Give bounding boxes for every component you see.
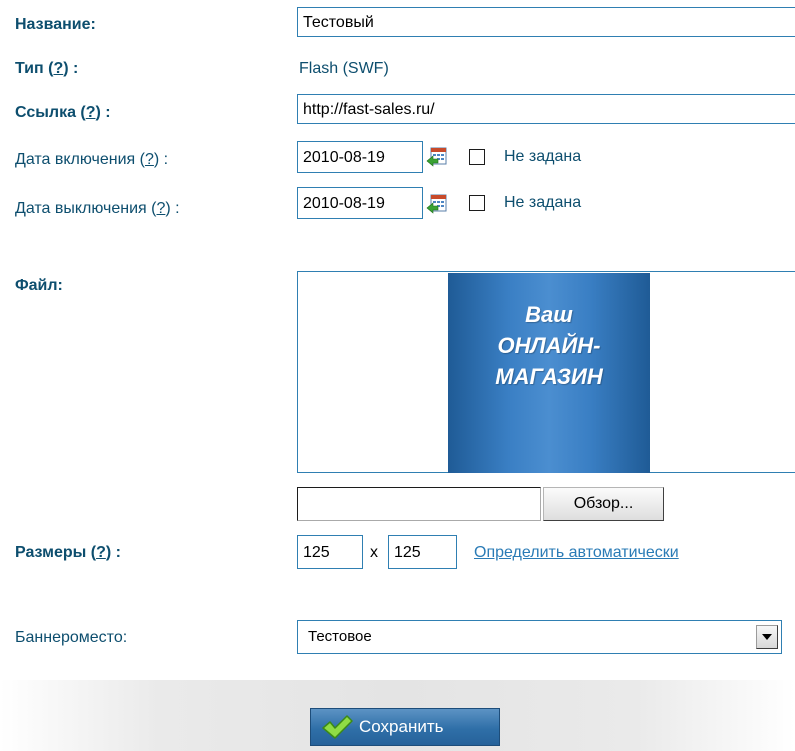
type-label-suffix: ) : bbox=[63, 60, 79, 77]
date-off-input[interactable]: 2010-08-19 bbox=[297, 187, 423, 219]
type-label-text: Тип ( bbox=[15, 60, 54, 77]
name-input[interactable]: Тестовый bbox=[297, 7, 795, 37]
date-on-label-text: Дата включения ( bbox=[15, 151, 145, 168]
calendar-icon[interactable] bbox=[426, 193, 448, 215]
file-label: Файл: bbox=[15, 277, 63, 294]
sizes-label-suffix: ) : bbox=[105, 544, 121, 561]
date-off-label-suffix: ) : bbox=[165, 200, 180, 217]
date-off-label: Дата выключения (?) : bbox=[15, 199, 180, 219]
height-input[interactable]: 125 bbox=[388, 535, 457, 569]
checkmark-icon bbox=[322, 715, 353, 739]
file-preview: Ваш ОНЛАЙН- МАГАЗИН bbox=[297, 271, 795, 473]
date-off-not-set-label: Не задана bbox=[504, 194, 582, 211]
banner-line-3: МАГАЗИН bbox=[495, 364, 603, 389]
link-label-text: Ссылка ( bbox=[15, 104, 86, 121]
date-on-label-suffix: ) : bbox=[153, 151, 169, 168]
auto-detect-link[interactable]: Определить автоматически bbox=[474, 543, 679, 563]
placement-label: Баннероместо: bbox=[15, 629, 128, 646]
save-button[interactable]: Сохранить bbox=[310, 708, 500, 746]
sizes-label-text: Размеры ( bbox=[15, 544, 97, 561]
save-button-label: Сохранить bbox=[359, 717, 444, 736]
sizes-help-link[interactable]: ? bbox=[96, 544, 106, 561]
width-input[interactable]: 125 bbox=[297, 535, 363, 569]
calendar-icon[interactable] bbox=[426, 146, 448, 168]
link-help-link[interactable]: ? bbox=[86, 104, 96, 121]
placement-select[interactable]: Тестовое bbox=[297, 620, 782, 654]
date-off-label-text: Дата выключения ( bbox=[15, 200, 157, 217]
banner-line-1: Ваш bbox=[525, 302, 573, 327]
date-on-label: Дата включения (?) : bbox=[15, 150, 168, 170]
type-help-link[interactable]: ? bbox=[53, 60, 63, 77]
file-path-input[interactable] bbox=[297, 487, 541, 521]
chevron-down-icon[interactable] bbox=[756, 625, 778, 649]
link-label: Ссылка (?) : bbox=[15, 103, 111, 123]
date-on-help-link[interactable]: ? bbox=[145, 151, 154, 168]
date-on-not-set-label: Не задана bbox=[504, 148, 582, 165]
type-label: Тип (?) : bbox=[15, 59, 78, 79]
size-separator: x bbox=[370, 544, 378, 561]
date-on-not-set-checkbox[interactable] bbox=[469, 149, 485, 165]
banner-preview: Ваш ОНЛАЙН- МАГАЗИН bbox=[448, 273, 650, 473]
link-label-suffix: ) : bbox=[95, 104, 111, 121]
date-on-input[interactable]: 2010-08-19 bbox=[297, 141, 423, 173]
placement-selected-value: Тестовое bbox=[308, 628, 372, 645]
browse-button[interactable]: Обзор... bbox=[543, 487, 664, 521]
name-label: Название: bbox=[15, 16, 96, 33]
link-input[interactable]: http://fast-sales.ru/ bbox=[297, 94, 795, 124]
sizes-label: Размеры (?) : bbox=[15, 543, 121, 563]
date-off-not-set-checkbox[interactable] bbox=[469, 195, 485, 211]
type-value: Flash (SWF) bbox=[299, 60, 389, 77]
banner-line-2: ОНЛАЙН- bbox=[497, 333, 601, 358]
